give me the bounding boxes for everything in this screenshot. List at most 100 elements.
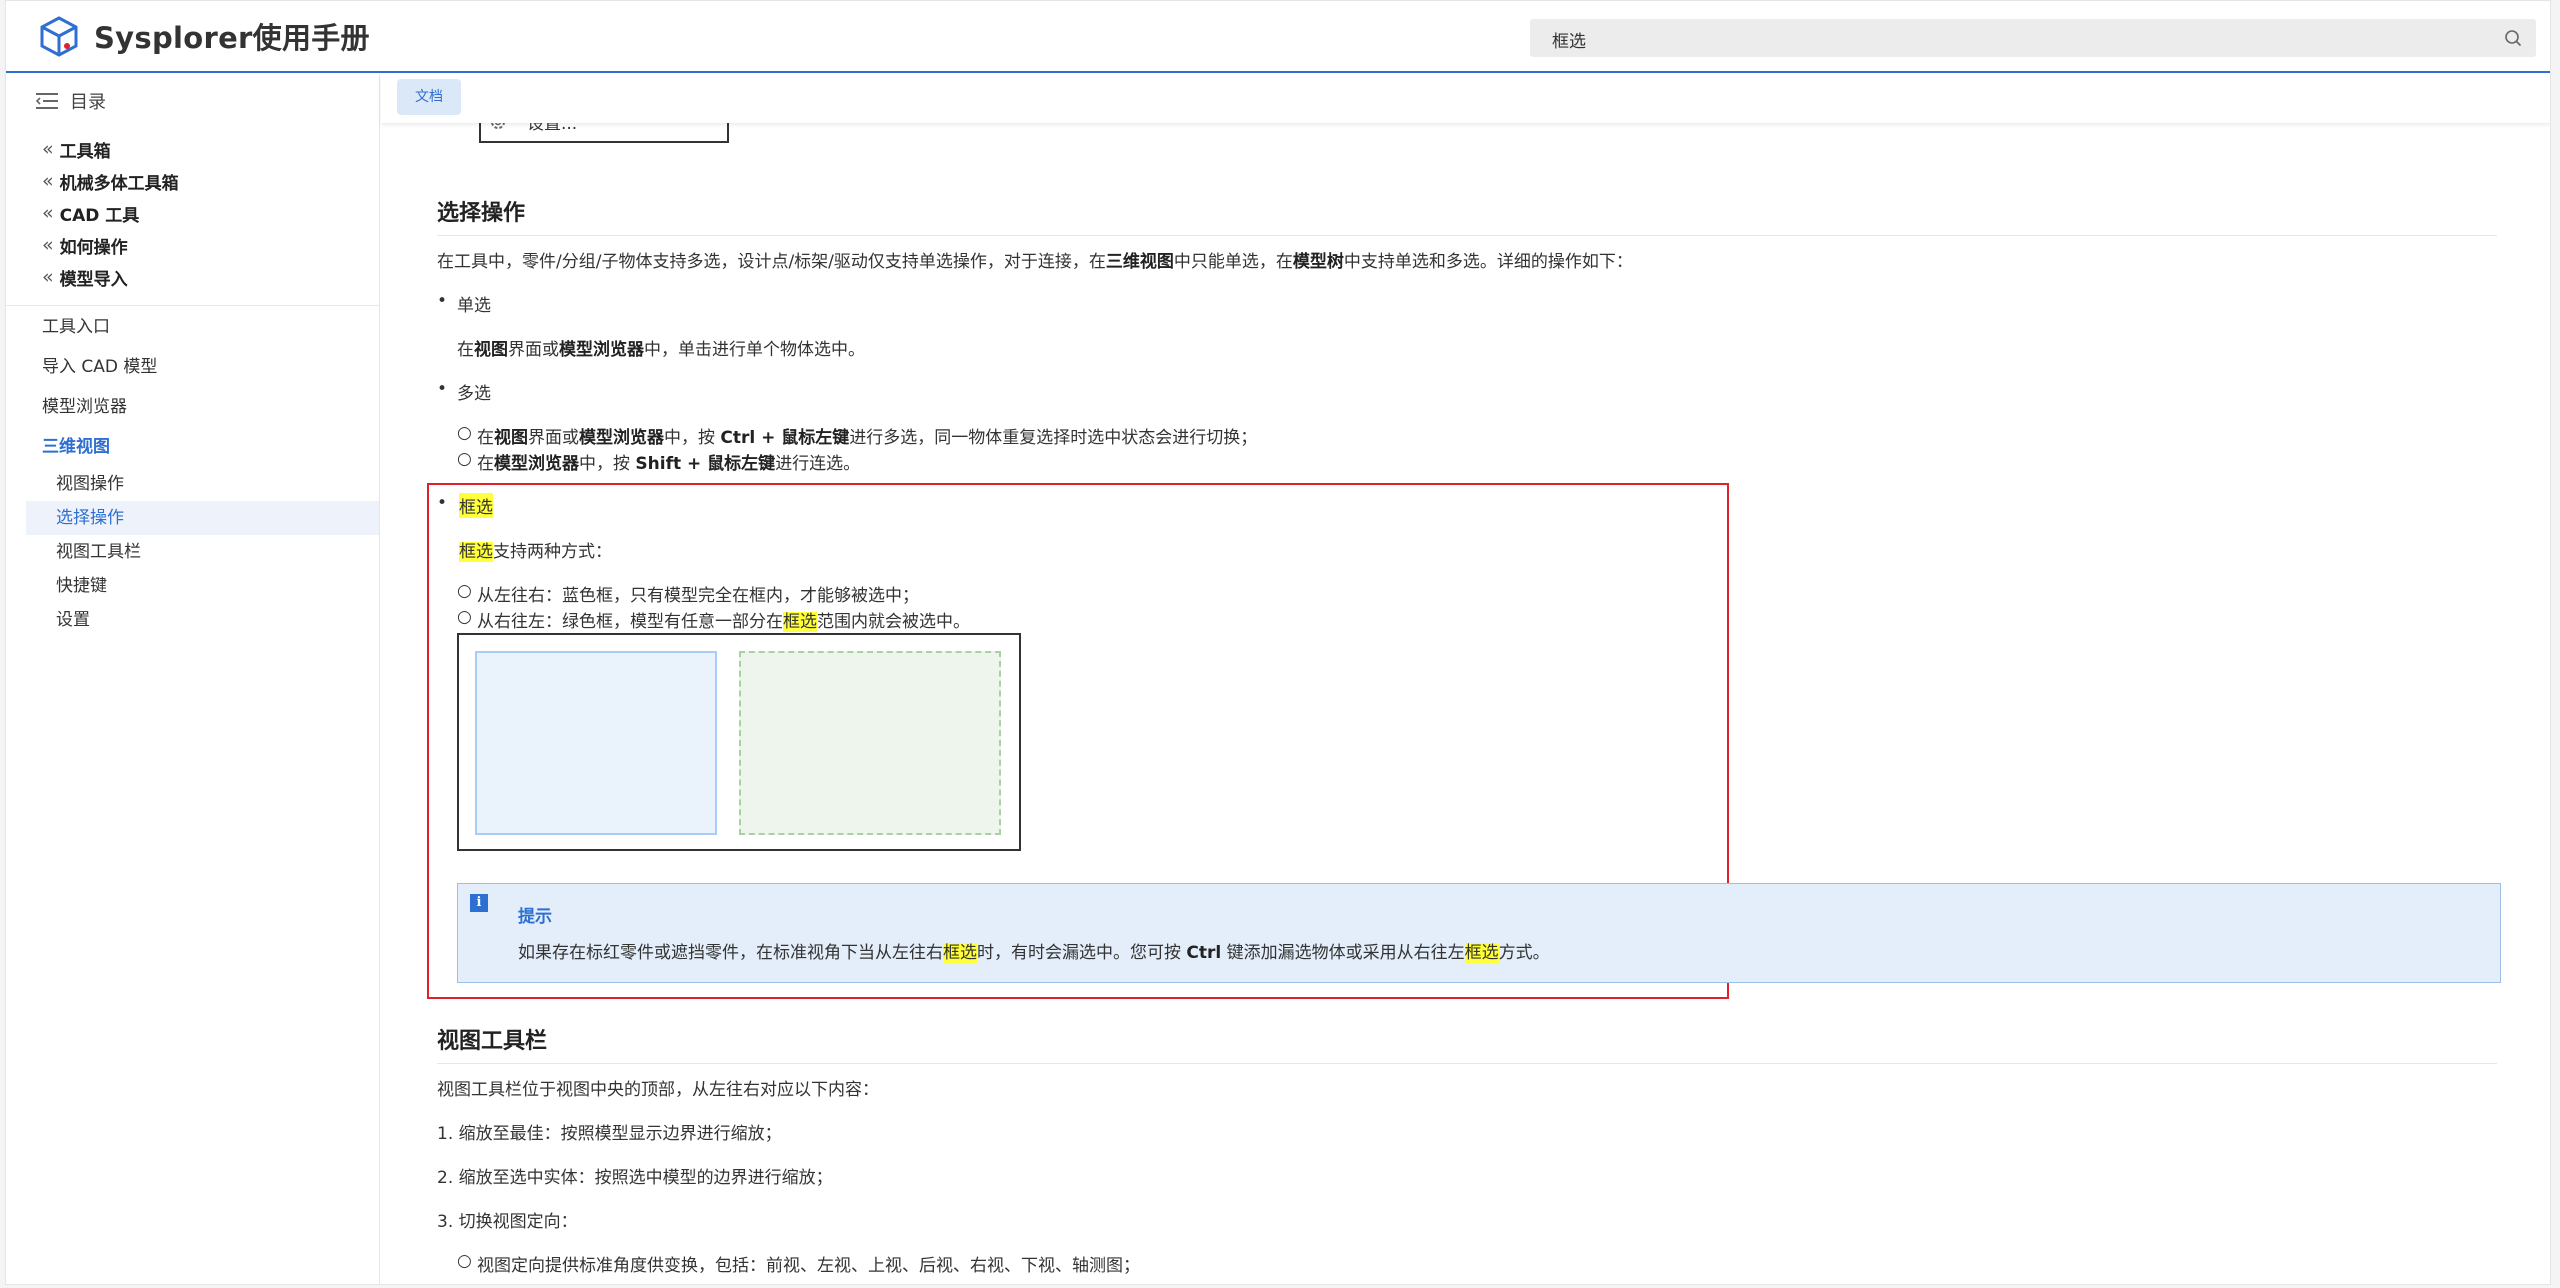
item-text: 中，按 [664,428,721,448]
sidebar-item-model-browser[interactable]: 模型浏览器 [6,387,379,427]
box-select-desc: 框选支持两种方式： [459,537,612,562]
circle-bullet: ○ [457,449,472,469]
sidebar-subitem-settings[interactable]: 设置 [6,603,379,637]
multi-select-item-1: 在视图界面或模型浏览器中，按 Ctrl + 鼠标左键进行多选，同一物体重复选择时… [477,423,1257,448]
toolbar-item-1: 1. 缩放至最佳：按照模型显示边界进行缩放； [437,1124,782,1144]
sidebar-subitem-view-toolbar[interactable]: 视图工具栏 [6,535,379,569]
tip-segment: 方式。 [1498,943,1550,963]
sidebar-divider [6,305,379,306]
double-chevron-icon: « [42,138,54,160]
search-highlight: 框选 [459,542,493,562]
sidebar-subitem-select-ops[interactable]: 选择操作 [26,501,379,535]
sidebar-subitem-shortcuts[interactable]: 快捷键 [6,569,379,603]
item-bold: 模型浏览器 [579,428,664,448]
toc-page-list: 工具入口 导入 CAD 模型 模型浏览器 三维视图 视图操作 选择操作 视图工具… [6,307,379,637]
single-select-label: 单选 [457,296,491,316]
desc-text: 界面或 [508,340,559,360]
tip-segment: 键添加漏选物体或采用从右往左 [1221,943,1465,963]
toc-section-label: CAD 工具 [59,205,140,226]
tip-segment: 时，有时会漏选中。您可按 [977,943,1187,963]
circle-bullet: ○ [457,423,472,443]
circle-bullet: ○ [457,1251,472,1271]
double-chevron-icon: « [42,234,54,256]
circle-bullet: ○ [457,607,472,627]
desc-bold: 视图 [474,340,508,360]
double-chevron-icon: « [42,202,54,224]
double-chevron-icon: « [42,170,54,192]
heading-select-ops: 选择操作 [437,195,2497,236]
search-icon[interactable] [2504,29,2522,47]
bullet-dot: • [437,493,448,513]
intro-bold: 三维视图 [1105,252,1174,272]
toc-section-model-import[interactable]: «模型导入 [42,261,179,293]
toc-section-how-to[interactable]: «如何操作 [42,229,179,261]
toolbar-intro: 视图工具栏位于视图中央的顶部，从左往右对应以下内容： [437,1080,879,1100]
search-highlight: 框选 [783,612,817,632]
item-text: 在 [477,428,494,448]
green-selection-box [739,651,1001,835]
item-text: 界面或 [528,428,579,448]
toc-section-label: 机械多体工具箱 [59,173,179,194]
tip-callout: i 提示 如果存在标红零件或遮挡零件，在标准视角下当从左往右框选时，有时会漏选中… [457,883,2501,983]
desc-text: 支持两种方式： [493,542,612,562]
toc-header[interactable]: 目录 [36,87,106,115]
toc-section-label: 如何操作 [59,237,128,258]
box-select-label: 框选 [459,493,493,518]
item-text: 从右往左：绿色框，模型有任意一部分在 [477,612,783,632]
settings-menu-fragment: 设置... [479,123,729,143]
box-select-item-1: 从左往右：蓝色框，只有模型完全在框内，才能够被选中； [477,586,919,606]
search-value: 框选 [1552,32,1586,52]
tab-document[interactable]: 文档 [397,79,461,115]
bullet-dot: • [437,379,448,399]
search-input[interactable]: 框选 [1530,19,2536,57]
gear-icon [491,123,505,129]
sidebar-item-tool-entry[interactable]: 工具入口 [6,307,379,347]
search-highlight: 框选 [943,943,977,963]
tab-bar: 文档 [381,75,2550,123]
intro-text: 在工具中，零件/分组/子物体支持多选，设计点/标架/驱动仅支持单选操作，对于连接… [437,252,1106,272]
item-text: 中，按 [579,454,636,474]
toolbar-item-3: 3. 切换视图定向： [437,1212,578,1232]
desc-bold: 模型浏览器 [559,340,644,360]
box-select-illustration [457,633,1021,851]
sidebar-item-import-cad[interactable]: 导入 CAD 模型 [6,347,379,387]
collapsed-section-list: «工具箱 «机械多体工具箱 «CAD 工具 «如何操作 «模型导入 [42,133,179,293]
single-select-desc: 在视图界面或模型浏览器中，单击进行单个物体选中。 [457,335,865,360]
double-chevron-icon: « [42,266,54,288]
desc-text: 中，单击进行单个物体选中。 [644,340,865,360]
tip-segment: 如果存在标红零件或遮挡零件，在标准视角下当从左往右 [518,943,943,963]
tip-bold: Ctrl [1186,943,1222,963]
toc-section-label: 模型导入 [59,269,128,290]
box-select-item-2: 从右往左：绿色框，模型有任意一部分在框选范围内就会被选中。 [477,607,970,632]
toc-section-toolbox[interactable]: «工具箱 [42,133,179,165]
info-icon: i [470,894,488,912]
item-text: 进行多选，同一物体重复选择时选中状态会进行切换； [849,428,1258,448]
circle-bullet: ○ [457,581,472,601]
settings-menu-label: 设置... [527,123,578,134]
intro-text: 中支持单选和多选。详细的操作如下： [1343,252,1633,272]
sidebar-sub-list: 视图操作 选择操作 视图工具栏 快捷键 设置 [6,467,379,637]
toc-section-label: 工具箱 [59,141,111,162]
cube-logo-icon[interactable] [38,15,80,57]
toc-sidebar: 目录 «工具箱 «机械多体工具箱 «CAD 工具 «如何操作 «模型导入 工具入… [6,75,380,1284]
toolbar-item-2: 2. 缩放至选中实体：按照选中模型的边界进行缩放； [437,1168,833,1188]
item-text: 在 [477,454,494,474]
item-bold: Shift + 鼠标左键 [635,454,776,474]
sidebar-item-3d-view[interactable]: 三维视图 [6,427,379,467]
multi-select-label: 多选 [457,384,491,404]
item-text: 范围内就会被选中。 [817,612,970,632]
sidebar-subitem-view-ops[interactable]: 视图操作 [6,467,379,501]
tip-title: 提示 [518,907,552,927]
select-intro-paragraph: 在工具中，零件/分组/子物体支持多选，设计点/标架/驱动仅支持单选操作，对于连接… [437,247,1633,272]
app-title[interactable]: Sysplorer使用手册 [94,15,370,57]
blue-selection-box [475,651,717,835]
toolbar-sub-item: 视图定向提供标准角度供变换，包括：前视、左视、上视、后视、右视、下视、轴测图； [477,1256,1140,1276]
bullet-dot: • [437,291,448,311]
item-bold: 视图 [494,428,528,448]
desc-text: 在 [457,340,474,360]
toc-section-multibody-toolbox[interactable]: «机械多体工具箱 [42,165,179,197]
item-text: 进行连选。 [775,454,861,474]
intro-bold: 模型树 [1292,252,1344,272]
search-highlight: 框选 [1464,943,1499,963]
toc-section-cad-tools[interactable]: «CAD 工具 [42,197,179,229]
